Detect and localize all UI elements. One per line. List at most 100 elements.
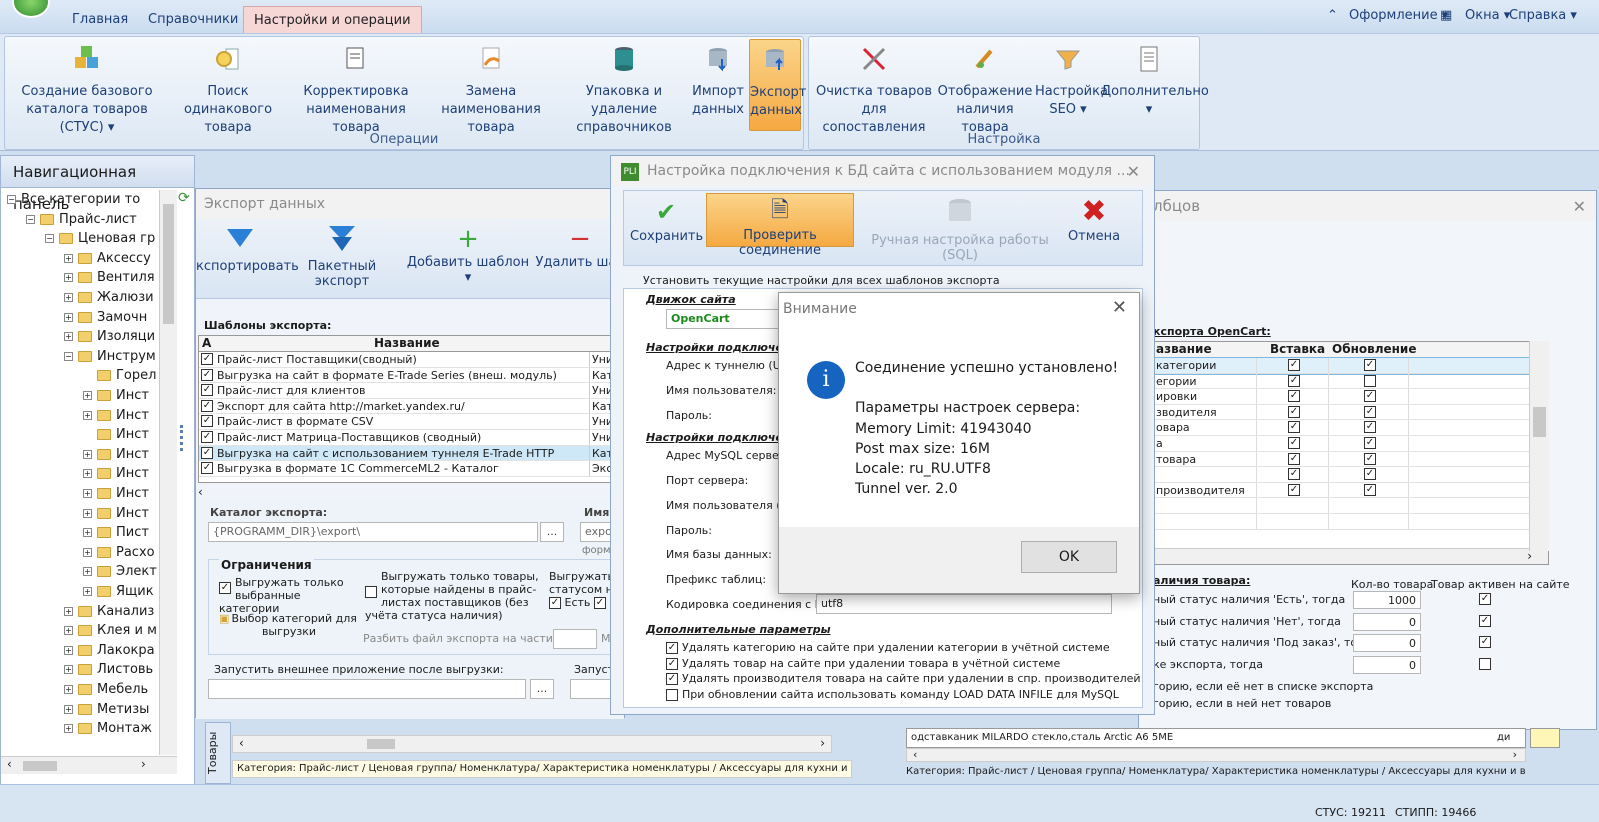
windows-icon[interactable]: ▦ bbox=[1440, 8, 1452, 23]
expand-icon[interactable]: + bbox=[83, 547, 92, 557]
tree-node[interactable]: + Элект bbox=[83, 562, 157, 581]
tree-node[interactable]: + Жалюзи bbox=[64, 288, 154, 307]
import-data-button[interactable]: Импорт данных bbox=[691, 39, 745, 131]
engine-select[interactable]: OpenCart bbox=[666, 309, 786, 329]
template-checkbox[interactable]: ✓ bbox=[201, 446, 213, 459]
insert-checkbox[interactable]: ✓ bbox=[1288, 390, 1300, 403]
tree-node[interactable]: + Листовь bbox=[64, 660, 153, 679]
template-checkbox[interactable]: ✓ bbox=[201, 368, 213, 381]
goods-hscroll-thumb[interactable] bbox=[367, 739, 395, 749]
scroll-right-icon[interactable]: › bbox=[1513, 749, 1517, 761]
active-checkbox[interactable]: ✓ bbox=[1479, 593, 1491, 605]
seo-settings-button[interactable]: Настройка SEO ▾ bbox=[1035, 39, 1108, 131]
expand-icon[interactable]: + bbox=[64, 293, 73, 302]
column-row[interactable]: овара ✓ ✓ bbox=[1152, 420, 1530, 436]
expand-icon[interactable]: + bbox=[64, 606, 73, 616]
expand-icon[interactable]: + bbox=[64, 312, 73, 322]
column-row[interactable]: ировки ✓ ✓ bbox=[1152, 389, 1530, 405]
extra-option[interactable]: ✓ Удалять производителя товара на сайте п… bbox=[666, 672, 1141, 685]
template-checkbox[interactable]: ✓ bbox=[201, 384, 213, 397]
export-data-button[interactable]: Экспорт данных bbox=[749, 39, 806, 131]
update-checkbox[interactable]: ✓ bbox=[1364, 437, 1376, 449]
expand-icon[interactable]: + bbox=[83, 508, 92, 518]
tab-directories[interactable]: Справочники bbox=[138, 6, 248, 33]
qty-input[interactable]: 0 bbox=[1353, 612, 1421, 631]
est-checkbox[interactable]: ✓ bbox=[549, 597, 561, 609]
option-checkbox[interactable]: ✓ bbox=[666, 673, 678, 685]
only-found-option[interactable]: Выгружать только товары, которые найдены… bbox=[365, 570, 545, 622]
tree-hscroll[interactable]: ‹ › bbox=[1, 756, 177, 774]
batch-export-button[interactable]: Пакетный экспорт bbox=[288, 223, 396, 289]
extra-option[interactable]: ✓ Удалять категорию на сайте при удалении… bbox=[666, 641, 1110, 654]
tree-node[interactable]: + Инст bbox=[83, 445, 149, 464]
template-row[interactable]: ✓ Прайс-лист Матрица-Поставщиков (сводный… bbox=[199, 430, 623, 446]
correct-name-button[interactable]: Корректировка наименования товара bbox=[289, 39, 423, 135]
tab-home[interactable]: Главная bbox=[62, 6, 138, 33]
expand-icon[interactable]: + bbox=[64, 704, 73, 714]
column-row[interactable]: товара ✓ ✓ bbox=[1152, 451, 1530, 468]
insert-checkbox[interactable]: ✓ bbox=[1288, 452, 1300, 465]
col-header-name[interactable]: Название bbox=[374, 336, 440, 350]
template-row[interactable]: ✓ Прайс-лист для клиентов Уни bbox=[199, 383, 623, 399]
update-checkbox[interactable]: ✓ bbox=[1364, 468, 1376, 481]
expand-icon[interactable]: + bbox=[64, 645, 73, 655]
option-checkbox[interactable]: ✓ bbox=[666, 642, 678, 654]
tree-node[interactable]: Горел bbox=[83, 366, 156, 385]
insert-checkbox[interactable]: ✓ bbox=[1288, 359, 1300, 371]
run-app-browse-button[interactable]: ... bbox=[530, 679, 554, 699]
col-header-a[interactable]: А bbox=[202, 336, 211, 350]
only-selected-cats-option[interactable]: ✓ Выгружать только выбранные категории bbox=[219, 576, 359, 615]
catalog-browse-button[interactable]: ... bbox=[540, 522, 564, 542]
template-row[interactable]: ✓ Прайс-лист в формате CSV Уни bbox=[199, 414, 623, 430]
tab-goods[interactable]: Товары bbox=[205, 722, 231, 784]
scroll-left-icon[interactable]: ‹ bbox=[198, 485, 203, 499]
scroll-right-icon[interactable]: › bbox=[141, 757, 146, 771]
apply-all-templates[interactable]: Установить текущие настройки для всех ша… bbox=[643, 274, 1000, 287]
column-row[interactable]: ✓ ✓ bbox=[1152, 467, 1530, 483]
update-checkbox[interactable]: ✓ bbox=[1364, 483, 1376, 496]
close-icon[interactable]: ✕ bbox=[1112, 297, 1127, 318]
columns-hscroll[interactable]: › bbox=[1152, 548, 1548, 564]
tree-node[interactable]: − Все категории то bbox=[7, 190, 140, 209]
splitter-grip[interactable] bbox=[180, 425, 188, 451]
update-checkbox[interactable]: ✓ bbox=[1364, 452, 1376, 465]
goods-right-hscroll[interactable]: ‹ › bbox=[906, 748, 1526, 762]
col-header-name[interactable]: азвание bbox=[1156, 342, 1212, 356]
collapse-icon[interactable]: − bbox=[7, 195, 16, 204]
collapse-ribbon-icon[interactable]: ⌃ bbox=[1327, 8, 1338, 23]
column-row[interactable]: категории ✓ ✓ bbox=[1151, 357, 1531, 375]
pack-delete-dirs-button[interactable]: Упаковка и удаление справочников bbox=[559, 39, 689, 135]
scroll-left-icon[interactable]: ‹ bbox=[913, 749, 917, 761]
catalog-input[interactable]: {PROGRAMM_DIR}\export\ bbox=[208, 522, 538, 542]
tree-scroll-thumb[interactable] bbox=[163, 204, 174, 324]
scroll-right-icon[interactable]: › bbox=[1527, 549, 1532, 563]
tree-node[interactable]: + Инст bbox=[83, 464, 149, 483]
option-checkbox[interactable]: ✓ bbox=[666, 657, 678, 670]
tree-node[interactable]: Инст bbox=[83, 425, 149, 444]
menu-style[interactable]: Оформление ▾ bbox=[1349, 8, 1448, 23]
tree-hscroll-thumb[interactable] bbox=[23, 761, 57, 771]
template-checkbox[interactable]: ✓ bbox=[201, 415, 213, 428]
refresh-icon[interactable]: ⟳ bbox=[178, 190, 190, 206]
tree-node[interactable]: + Ящик bbox=[83, 582, 154, 601]
expand-icon[interactable]: + bbox=[64, 253, 73, 263]
update-checkbox[interactable] bbox=[1364, 374, 1376, 387]
check-connection-button[interactable]: 🗎 Проверить соединение bbox=[706, 193, 854, 258]
expand-icon[interactable]: + bbox=[64, 685, 73, 694]
template-row[interactable]: ✓ Выгрузка на сайт в формате E-Trade Seri… bbox=[199, 367, 623, 384]
column-row[interactable]: егории ✓ bbox=[1152, 373, 1530, 390]
choose-cats-button[interactable]: ▣ Выбор категорий для выгрузки bbox=[219, 612, 359, 638]
col-header-update[interactable]: Обновление bbox=[1332, 342, 1416, 356]
template-checkbox[interactable]: ✓ bbox=[201, 353, 213, 365]
collapse-icon[interactable]: − bbox=[26, 214, 35, 224]
tree-node[interactable]: + Пист bbox=[83, 523, 149, 542]
tree-node[interactable]: + Монтаж bbox=[64, 719, 152, 738]
template-row[interactable]: ✓ Выгрузка в формате 1С CommerceML2 - Кат… bbox=[199, 461, 623, 477]
split-input[interactable] bbox=[553, 629, 597, 649]
save-button[interactable]: ✔ Сохранить bbox=[630, 195, 703, 244]
insert-checkbox[interactable]: ✓ bbox=[1288, 421, 1300, 434]
tree-node[interactable]: + Инст bbox=[83, 484, 149, 503]
only-found-checkbox[interactable] bbox=[365, 586, 377, 598]
column-row[interactable]: зводителя ✓ ✓ bbox=[1152, 404, 1530, 421]
template-checkbox[interactable]: ✓ bbox=[201, 431, 213, 443]
